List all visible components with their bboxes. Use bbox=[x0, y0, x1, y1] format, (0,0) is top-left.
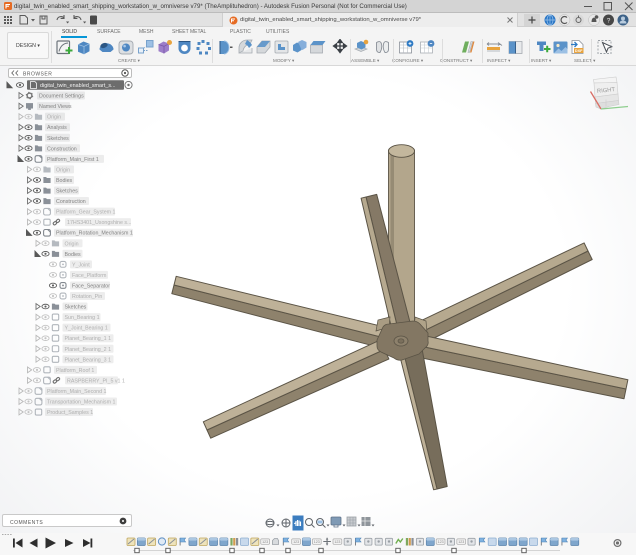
svg-text:17HS3401_Usongshine s...: 17HS3401_Usongshine s... bbox=[67, 220, 132, 226]
svg-text:Platform_Gear_System 1: Platform_Gear_System 1 bbox=[56, 210, 116, 216]
svg-text:123: 123 bbox=[314, 540, 320, 544]
svg-text:Platform_Main_Second 1: Platform_Main_Second 1 bbox=[47, 389, 107, 395]
svg-text:Platform_Rotation_Mechanism 1: Platform_Rotation_Mechanism 1 bbox=[56, 231, 133, 237]
svg-text:COMMENTS: COMMENTS bbox=[10, 520, 43, 526]
svg-text:123: 123 bbox=[438, 540, 444, 544]
svg-text:123: 123 bbox=[334, 540, 340, 544]
svg-text:Sketches: Sketches bbox=[47, 136, 69, 142]
svg-text:123: 123 bbox=[262, 540, 268, 544]
svg-text:Document Settings: Document Settings bbox=[39, 94, 84, 100]
svg-text:Construction: Construction bbox=[56, 199, 86, 205]
svg-text:Planet_Bearing_1 1: Planet_Bearing_1 1 bbox=[65, 336, 112, 342]
svg-text:RASPBERRY_PI_5 v1 1: RASPBERRY_PI_5 v1 1 bbox=[67, 378, 125, 384]
svg-text:Transportation_Mechanism 1: Transportation_Mechanism 1 bbox=[47, 400, 115, 406]
svg-text:digital_twin_enabled_smart_s..: digital_twin_enabled_smart_s... bbox=[40, 83, 116, 89]
svg-text:Rotation_Pin: Rotation_Pin bbox=[72, 294, 102, 300]
svg-text:Origin: Origin bbox=[65, 241, 79, 247]
svg-text:Origin: Origin bbox=[56, 167, 70, 173]
svg-text:123: 123 bbox=[458, 540, 464, 544]
svg-text:Product_Samples 1: Product_Samples 1 bbox=[47, 410, 93, 416]
svg-text:Origin: Origin bbox=[47, 115, 61, 121]
svg-text:Sketches: Sketches bbox=[56, 189, 78, 195]
svg-text:Face_Platform: Face_Platform bbox=[72, 273, 107, 279]
svg-text:Construction: Construction bbox=[47, 146, 77, 152]
svg-text:Sun_Bearing 1: Sun_Bearing 1 bbox=[65, 315, 100, 321]
svg-text:Platform_Roof 1: Platform_Roof 1 bbox=[56, 368, 94, 374]
svg-text:Bodies: Bodies bbox=[56, 178, 73, 184]
svg-text:Y_Joint: Y_Joint bbox=[72, 262, 90, 268]
svg-text:Platform_Main_First 1: Platform_Main_First 1 bbox=[47, 157, 99, 163]
svg-text:123: 123 bbox=[293, 540, 299, 544]
svg-text:Analysis: Analysis bbox=[47, 125, 67, 131]
svg-text:Face_Separator: Face_Separator bbox=[72, 283, 110, 289]
svg-text:Planet_Bearing_3 1: Planet_Bearing_3 1 bbox=[65, 357, 112, 363]
svg-text:Named Views: Named Views bbox=[39, 104, 72, 110]
svg-text:Bodies: Bodies bbox=[65, 252, 82, 258]
svg-text:Sketches: Sketches bbox=[65, 305, 87, 311]
svg-text:Y_Joint_Bearing 1: Y_Joint_Bearing 1 bbox=[65, 326, 108, 332]
svg-text:Planet_Bearing_2 1: Planet_Bearing_2 1 bbox=[65, 347, 112, 353]
